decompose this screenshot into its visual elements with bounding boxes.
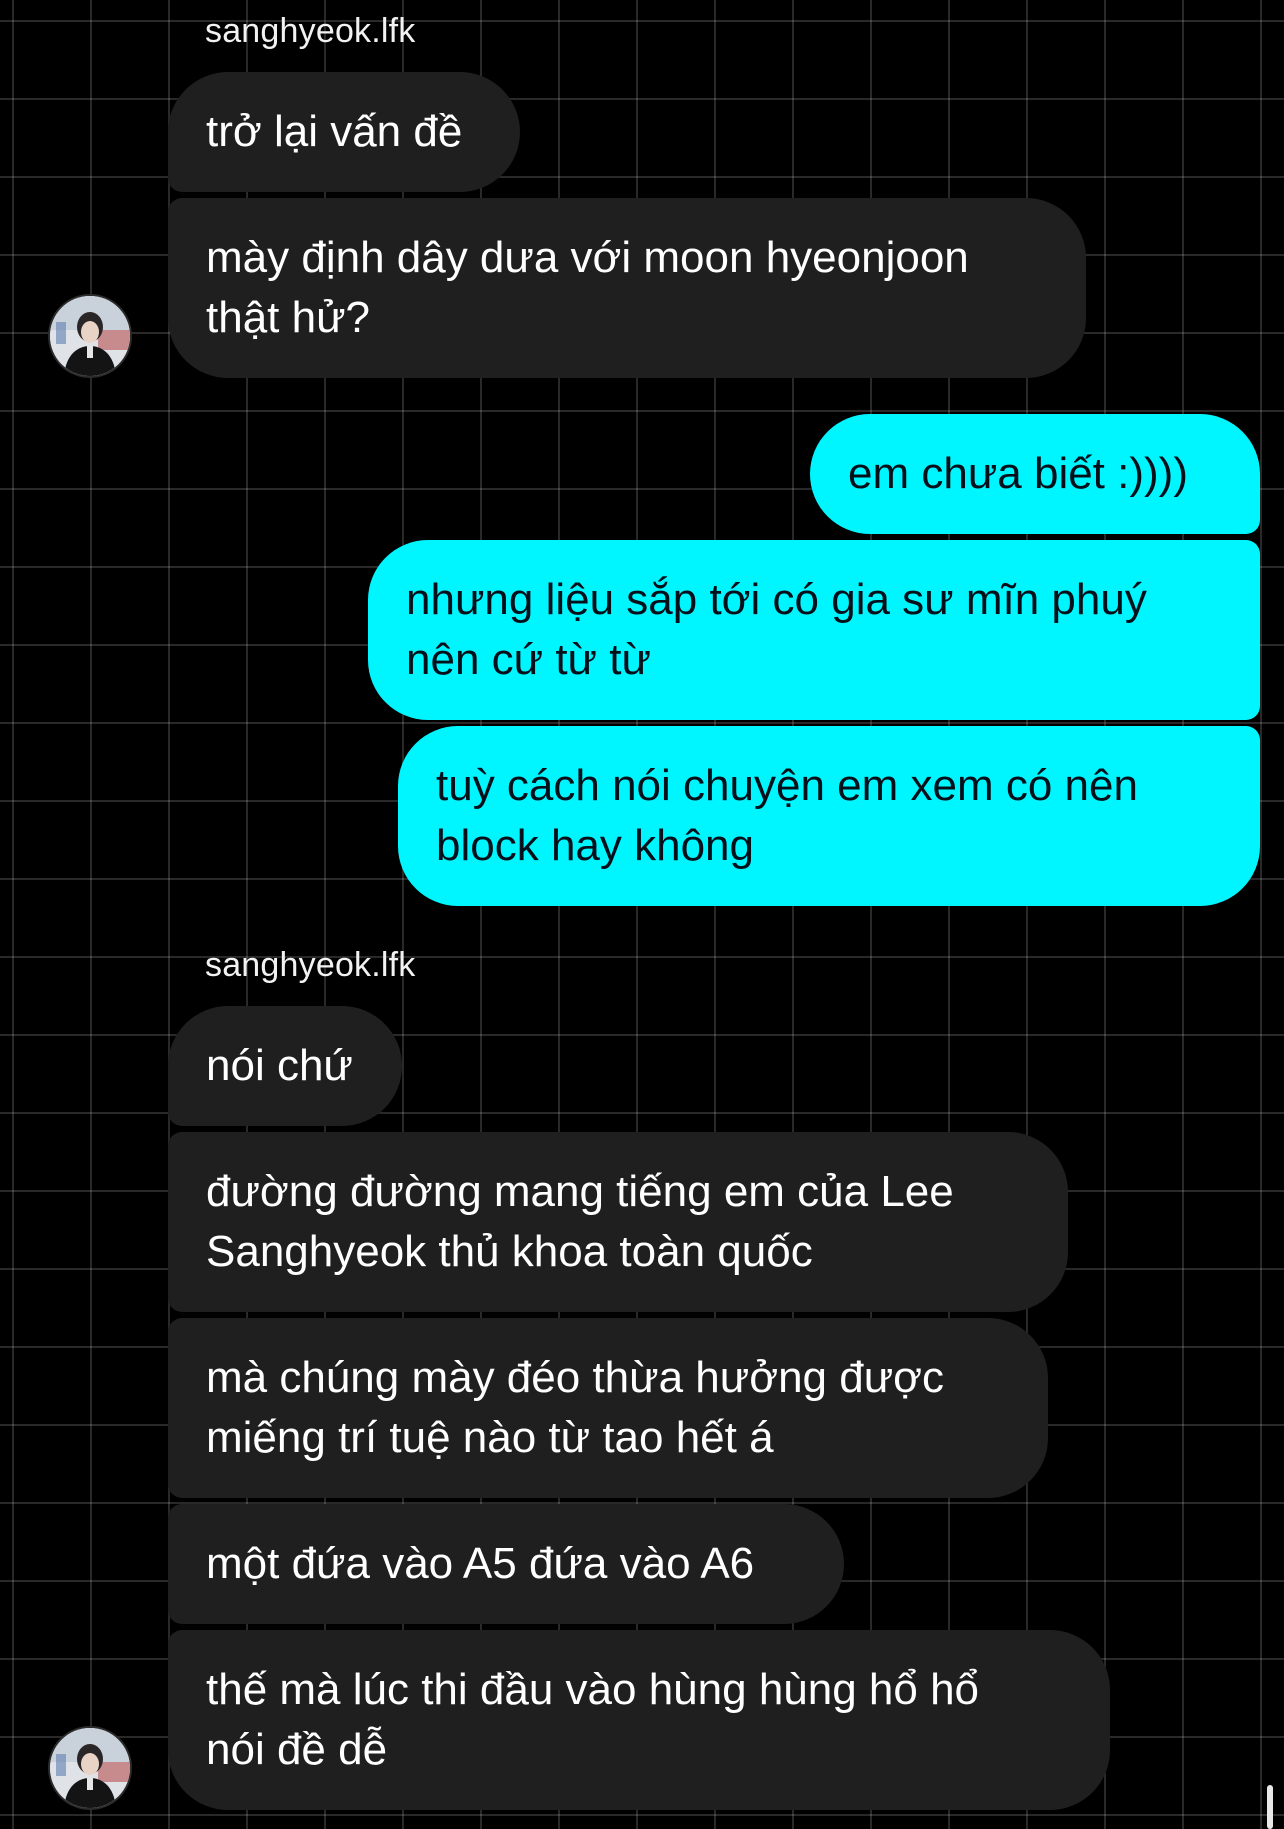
profile-photo-icon: [50, 296, 130, 376]
sender-name: sanghyeok.lfk: [205, 12, 416, 50]
profile-photo-icon: [50, 1728, 130, 1808]
outgoing-message[interactable]: em chưa biết :)))): [810, 414, 1260, 534]
sender-name: sanghyeok.lfk: [205, 946, 416, 984]
message-text: nói chứ: [206, 1041, 353, 1090]
message-text: em chưa biết :)))): [848, 449, 1188, 498]
avatar[interactable]: [48, 1726, 132, 1810]
message-text: đường đường mang tiếng em của Lee Sanghy…: [206, 1167, 954, 1276]
outgoing-message[interactable]: nhưng liệu sắp tới có gia sư mĩn phuý nê…: [368, 540, 1260, 720]
outgoing-message[interactable]: tuỳ cách nói chuyện em xem có nên block …: [398, 726, 1260, 906]
incoming-message[interactable]: đường đường mang tiếng em của Lee Sanghy…: [168, 1132, 1068, 1312]
message-text: mày định dây dưa với moon hyeonjoon thật…: [206, 233, 969, 342]
message-text: tuỳ cách nói chuyện em xem có nên block …: [436, 761, 1138, 870]
message-text: một đứa vào A5 đứa vào A6: [206, 1539, 755, 1588]
message-text: nhưng liệu sắp tới có gia sư mĩn phuý nê…: [406, 575, 1147, 684]
incoming-message[interactable]: mày định dây dưa với moon hyeonjoon thật…: [168, 198, 1086, 378]
incoming-message[interactable]: trở lại vấn đề: [168, 72, 520, 192]
avatar[interactable]: [48, 294, 132, 378]
message-text: thế mà lúc thi đầu vào hùng hùng hổ hổ n…: [206, 1665, 980, 1774]
message-text: mà chúng mày đéo thừa hưởng được miếng t…: [206, 1353, 945, 1462]
scrollbar[interactable]: [1267, 1785, 1273, 1829]
incoming-message[interactable]: mà chúng mày đéo thừa hưởng được miếng t…: [168, 1318, 1048, 1498]
incoming-message[interactable]: nói chứ: [168, 1006, 402, 1126]
message-text: trở lại vấn đề: [206, 107, 463, 156]
incoming-message[interactable]: một đứa vào A5 đứa vào A6: [168, 1504, 844, 1624]
incoming-message[interactable]: thế mà lúc thi đầu vào hùng hùng hổ hổ n…: [168, 1630, 1110, 1810]
